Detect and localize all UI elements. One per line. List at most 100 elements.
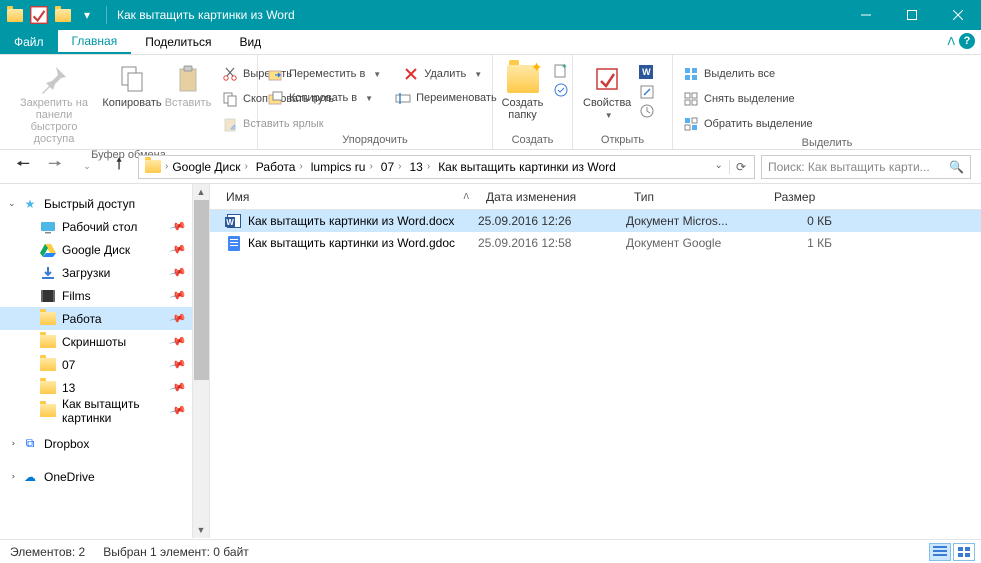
file-date: 25.09.2016 12:26 bbox=[470, 214, 618, 228]
star-icon: ★ bbox=[22, 196, 38, 212]
pin-icon: 📌 bbox=[169, 263, 187, 281]
breadcrumb-dropdown-icon[interactable]: ⌄ bbox=[711, 160, 727, 174]
sidebar-item-2[interactable]: Загрузки📌 bbox=[0, 261, 209, 284]
scroll-up-icon[interactable]: ▲ bbox=[193, 184, 209, 200]
sidebar-item-label: Рабочий стол bbox=[62, 220, 137, 234]
sidebar-scrollbar[interactable]: ▲ ▼ bbox=[192, 184, 209, 538]
column-date[interactable]: Дата изменения bbox=[478, 184, 626, 209]
column-size[interactable]: Размер bbox=[766, 184, 856, 209]
sidebar-item-6[interactable]: 07 📌 bbox=[0, 353, 209, 376]
view-icons-button[interactable] bbox=[953, 543, 975, 561]
breadcrumb-seg-4[interactable]: 13› bbox=[405, 156, 434, 178]
sidebar-item-0[interactable]: Рабочий стол 📌 bbox=[0, 215, 209, 238]
scroll-thumb[interactable] bbox=[194, 200, 209, 380]
breadcrumb-folder-icon bbox=[145, 160, 161, 173]
select-group-label: Выделить bbox=[679, 135, 975, 152]
sidebar-item-3[interactable]: Films📌 bbox=[0, 284, 209, 307]
delete-button[interactable]: Удалить▼ bbox=[399, 63, 486, 85]
breadcrumb-seg-5[interactable]: Как вытащить картинки из Word bbox=[434, 156, 620, 178]
column-type[interactable]: Тип bbox=[626, 184, 766, 209]
history-icon[interactable] bbox=[639, 103, 655, 119]
collapse-ribbon-icon[interactable]: ᐱ bbox=[947, 35, 955, 48]
pin-icon: 📌 bbox=[169, 240, 187, 258]
docx-icon bbox=[226, 213, 242, 229]
window-title: Как вытащить картинки из Word bbox=[111, 8, 843, 22]
copy-button[interactable]: Копировать bbox=[106, 61, 158, 111]
desktop-icon bbox=[40, 219, 56, 235]
copy-to-button[interactable]: Копировать в▼ bbox=[264, 87, 377, 109]
select-all-button[interactable]: Выделить все bbox=[679, 63, 817, 85]
sidebar-item-label: 07 bbox=[62, 358, 75, 372]
back-button[interactable]: 🠔 bbox=[10, 154, 36, 180]
scissors-icon bbox=[222, 66, 238, 82]
sidebar-dropbox[interactable]: ⌄ ⧉ Dropbox bbox=[0, 432, 209, 455]
scroll-down-icon[interactable]: ▼ bbox=[193, 521, 209, 538]
pin-icon: 📌 bbox=[169, 332, 187, 350]
ribbon: Закрепить на панели быстрого доступа Коп… bbox=[0, 55, 981, 150]
file-row[interactable]: Как вытащить картинки из Word.docx 25.09… bbox=[210, 210, 981, 232]
properties-button[interactable]: Свойства ▼ bbox=[579, 61, 635, 122]
column-name[interactable]: Имяᐱ bbox=[218, 184, 478, 209]
delete-icon bbox=[403, 66, 419, 82]
refresh-icon[interactable]: ⟳ bbox=[729, 160, 752, 174]
view-details-button[interactable] bbox=[929, 543, 951, 561]
folder-icon bbox=[40, 380, 56, 396]
films-icon bbox=[40, 288, 56, 304]
move-to-button[interactable]: Переместить в▼ bbox=[264, 63, 385, 85]
pin-to-quick-access-button[interactable]: Закрепить на панели быстрого доступа bbox=[6, 61, 102, 147]
breadcrumb-seg-3[interactable]: 07› bbox=[377, 156, 406, 178]
qat-properties-icon[interactable] bbox=[28, 4, 50, 26]
breadcrumb-seg-0[interactable]: Google Диск› bbox=[168, 156, 251, 178]
svg-text:✦: ✦ bbox=[561, 63, 568, 71]
easy-access-icon[interactable] bbox=[553, 82, 569, 98]
breadcrumb-seg-2[interactable]: lumpics ru› bbox=[307, 156, 377, 178]
sidebar-onedrive[interactable]: ⌄ ☁ OneDrive bbox=[0, 465, 209, 488]
sidebar-item-8[interactable]: Как вытащить картинки📌 bbox=[0, 399, 209, 422]
qat-new-folder-icon[interactable] bbox=[52, 4, 74, 26]
app-folder-icon bbox=[4, 4, 26, 26]
help-icon[interactable]: ? bbox=[959, 33, 975, 49]
pin-icon: 📌 bbox=[169, 355, 187, 373]
paste-shortcut-button[interactable]: Вставить ярлык bbox=[218, 113, 338, 135]
file-type: Документ Google bbox=[618, 236, 758, 250]
forward-button[interactable]: 🠖 bbox=[42, 154, 68, 180]
up-button[interactable]: 🠕 bbox=[106, 154, 132, 180]
minimize-button[interactable] bbox=[843, 0, 889, 30]
folder-icon bbox=[40, 311, 56, 327]
sidebar-item-4[interactable]: Работа📌 bbox=[0, 307, 209, 330]
sidebar: ⌄ ★ Быстрый доступ Рабочий стол📌Google Д… bbox=[0, 184, 210, 538]
maximize-button[interactable] bbox=[889, 0, 935, 30]
tab-file[interactable]: Файл bbox=[0, 30, 58, 54]
qat-dropdown-icon[interactable]: ▾ bbox=[76, 4, 98, 26]
move-to-icon bbox=[268, 66, 284, 82]
file-row[interactable]: Как вытащить картинки из Word.gdoc 25.09… bbox=[210, 232, 981, 254]
recent-locations-button[interactable]: ⌄ bbox=[74, 154, 100, 180]
new-item-icon[interactable]: ✦ bbox=[553, 63, 569, 79]
breadcrumb-seg-1[interactable]: Работа› bbox=[252, 156, 307, 178]
search-icon: 🔍 bbox=[949, 160, 964, 174]
invert-selection-button[interactable]: Обратить выделение bbox=[679, 113, 817, 135]
sidebar-item-label: Google Диск bbox=[62, 243, 130, 257]
tab-share[interactable]: Поделиться bbox=[131, 30, 225, 54]
breadcrumb[interactable]: › Google Диск› Работа› lumpics ru› 07› 1… bbox=[138, 155, 755, 179]
folder-icon bbox=[40, 403, 56, 419]
search-input[interactable]: Поиск: Как вытащить карти... 🔍 bbox=[761, 155, 971, 179]
sidebar-quick-access[interactable]: ⌄ ★ Быстрый доступ bbox=[0, 192, 209, 215]
file-name: Как вытащить картинки из Word.gdoc bbox=[248, 236, 455, 250]
sidebar-item-1[interactable]: Google Диск 📌 bbox=[0, 238, 209, 261]
sort-caret-icon: ᐱ bbox=[464, 192, 469, 201]
new-folder-button[interactable]: Создать папку bbox=[497, 61, 549, 123]
sidebar-item-5[interactable]: Скриншоты📌 bbox=[0, 330, 209, 353]
select-none-button[interactable]: Снять выделение bbox=[679, 88, 817, 110]
open-word-icon[interactable]: W bbox=[639, 65, 655, 81]
rename-button[interactable]: Переименовать bbox=[391, 87, 501, 109]
gdoc-icon bbox=[226, 235, 242, 251]
tab-home[interactable]: Главная bbox=[58, 30, 132, 54]
edit-icon[interactable] bbox=[639, 84, 655, 100]
pin-icon: 📌 bbox=[169, 217, 187, 235]
close-button[interactable] bbox=[935, 0, 981, 30]
tab-view[interactable]: Вид bbox=[225, 30, 275, 54]
pin-icon: 📌 bbox=[169, 286, 187, 304]
folder-icon bbox=[40, 334, 56, 350]
paste-button[interactable]: Вставить bbox=[162, 61, 214, 111]
